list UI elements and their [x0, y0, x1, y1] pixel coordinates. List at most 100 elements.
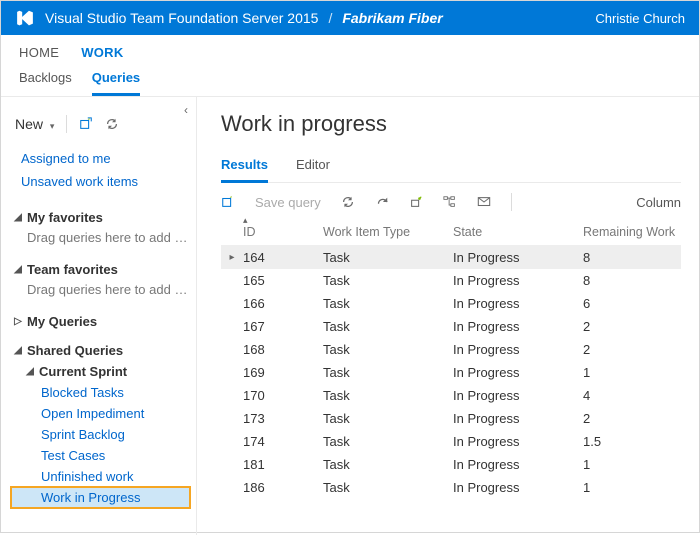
collapse-icon: ▷ — [13, 316, 23, 327]
row-expand-icon[interactable] — [221, 365, 243, 380]
toolbar-divider — [511, 193, 512, 211]
cell-id: 170 — [243, 388, 323, 403]
cell-state: In Progress — [453, 434, 583, 449]
table-row[interactable]: ▸164TaskIn Progress8 — [221, 246, 681, 269]
cell-id: 169 — [243, 365, 323, 380]
group-label: Shared Queries — [27, 343, 123, 358]
project-link[interactable]: Fabrikam Fiber — [342, 10, 442, 26]
row-expand-icon[interactable] — [221, 480, 243, 495]
hub-home[interactable]: HOME — [19, 41, 59, 64]
row-expand-icon[interactable] — [221, 388, 243, 403]
new-query-dropdown[interactable]: New ▾ — [15, 116, 54, 132]
table-row[interactable]: 165TaskIn Progress8 — [221, 269, 681, 292]
cell-remaining: 1.5 — [583, 434, 693, 449]
tab-editor[interactable]: Editor — [296, 151, 330, 182]
sidebar-toolbar: New ▾ — [11, 105, 190, 143]
table-row[interactable]: 168TaskIn Progress2 — [221, 338, 681, 361]
tree-icon[interactable] — [443, 195, 457, 209]
redo-icon[interactable] — [375, 195, 389, 209]
save-query-button[interactable]: Save query — [255, 195, 321, 210]
cell-type: Task — [323, 434, 453, 449]
refresh-icon[interactable] — [341, 195, 355, 209]
cell-remaining: 1 — [583, 365, 693, 380]
query-sprint-backlog[interactable]: Sprint Backlog — [11, 424, 190, 445]
team-favorites-group[interactable]: ◢ Team favorites — [11, 259, 190, 280]
query-work-in-progress[interactable]: Work in Progress — [11, 487, 190, 508]
table-row[interactable]: 181TaskIn Progress1 — [221, 453, 681, 476]
email-icon[interactable] — [477, 195, 491, 209]
hub-work[interactable]: WORK — [81, 41, 123, 64]
column-options-button[interactable]: Column — [636, 195, 681, 210]
folder-label: Current Sprint — [39, 364, 127, 379]
table-row[interactable]: 186TaskIn Progress1 — [221, 476, 681, 499]
col-type[interactable]: Work Item Type — [323, 225, 453, 239]
table-row[interactable]: 174TaskIn Progress1.5 — [221, 430, 681, 453]
table-row[interactable]: 173TaskIn Progress2 — [221, 407, 681, 430]
vs-logo-icon — [15, 8, 35, 28]
new-work-item-icon[interactable] — [221, 195, 235, 209]
query-tabs: Results Editor — [221, 151, 681, 183]
group-label: My favorites — [27, 210, 103, 225]
col-state[interactable]: State — [453, 225, 583, 239]
cell-remaining: 1 — [583, 480, 693, 495]
my-queries-group[interactable]: ▷ My Queries — [11, 311, 190, 332]
row-expand-icon[interactable]: ▸ — [221, 250, 243, 265]
cell-remaining: 8 — [583, 250, 693, 265]
cell-type: Task — [323, 296, 453, 311]
results-grid: ID Work Item Type State Remaining Work ▸… — [221, 219, 681, 499]
cell-state: In Progress — [453, 388, 583, 403]
query-test-cases[interactable]: Test Cases — [11, 445, 190, 466]
current-sprint-folder[interactable]: ◢ Current Sprint — [11, 361, 190, 382]
group-label: My Queries — [27, 314, 97, 329]
product-name[interactable]: Visual Studio Team Foundation Server 201… — [45, 10, 318, 26]
cell-remaining: 2 — [583, 319, 693, 334]
refresh-icon[interactable] — [105, 117, 119, 131]
tab-results[interactable]: Results — [221, 151, 268, 183]
subhub-backlogs[interactable]: Backlogs — [19, 64, 72, 96]
query-open-impediment[interactable]: Open Impediment — [11, 403, 190, 424]
table-row[interactable]: 170TaskIn Progress4 — [221, 384, 681, 407]
cell-remaining: 2 — [583, 342, 693, 357]
table-row[interactable]: 166TaskIn Progress6 — [221, 292, 681, 315]
cell-id: 168 — [243, 342, 323, 357]
cell-state: In Progress — [453, 411, 583, 426]
query-unfinished-work[interactable]: Unfinished work — [11, 466, 190, 487]
collapse-sidebar-icon[interactable]: ‹ — [184, 103, 188, 117]
row-expand-icon[interactable] — [221, 273, 243, 288]
row-expand-icon[interactable] — [221, 457, 243, 472]
breadcrumb-separator: / — [328, 10, 332, 26]
assigned-to-me-link[interactable]: Assigned to me — [15, 147, 186, 170]
cell-state: In Progress — [453, 342, 583, 357]
cell-state: In Progress — [453, 250, 583, 265]
unsaved-work-items-link[interactable]: Unsaved work items — [15, 170, 186, 193]
cell-type: Task — [323, 365, 453, 380]
shared-queries-group[interactable]: ◢ Shared Queries — [11, 340, 190, 361]
cell-remaining: 2 — [583, 411, 693, 426]
row-expand-icon[interactable] — [221, 434, 243, 449]
new-work-item-icon[interactable] — [79, 117, 93, 131]
cell-state: In Progress — [453, 457, 583, 472]
grid-header: ID Work Item Type State Remaining Work — [221, 219, 681, 246]
quick-links: Assigned to me Unsaved work items — [11, 143, 190, 203]
query-blocked-tasks[interactable]: Blocked Tasks — [11, 382, 190, 403]
row-expand-icon[interactable] — [221, 296, 243, 311]
cell-remaining: 8 — [583, 273, 693, 288]
row-expand-icon[interactable] — [221, 319, 243, 334]
my-favorites-group[interactable]: ◢ My favorites — [11, 207, 190, 228]
table-row[interactable]: 167TaskIn Progress2 — [221, 315, 681, 338]
cell-state: In Progress — [453, 480, 583, 495]
cell-type: Task — [323, 250, 453, 265]
group-label: Team favorites — [27, 262, 118, 277]
row-expand-icon[interactable] — [221, 411, 243, 426]
link-icon[interactable] — [409, 195, 423, 209]
cell-type: Task — [323, 411, 453, 426]
col-id[interactable]: ID — [243, 225, 323, 239]
col-remaining[interactable]: Remaining Work — [583, 225, 693, 239]
row-expand-icon[interactable] — [221, 342, 243, 357]
subhub-queries[interactable]: Queries — [92, 64, 140, 96]
cell-type: Task — [323, 319, 453, 334]
user-name[interactable]: Christie Church — [595, 11, 685, 26]
expand-icon: ◢ — [13, 212, 23, 223]
cell-state: In Progress — [453, 319, 583, 334]
table-row[interactable]: 169TaskIn Progress1 — [221, 361, 681, 384]
